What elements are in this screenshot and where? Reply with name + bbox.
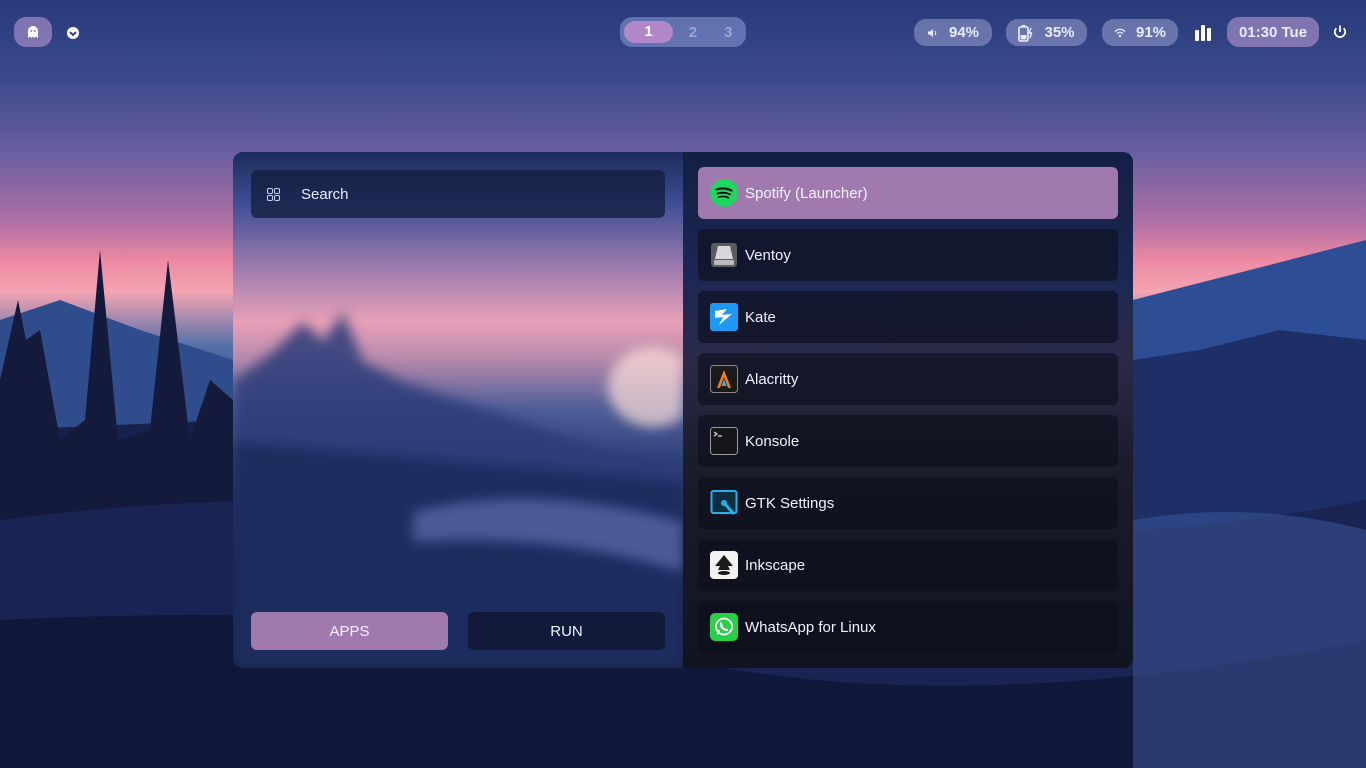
- app-label: Inkscape: [745, 556, 806, 574]
- ventoy-icon: [711, 243, 737, 267]
- top-bar: 1 2 3 94% 35% 91% 01:30 Tue: [0, 0, 1366, 64]
- workspace-2[interactable]: 2: [675, 24, 710, 41]
- battery-charging-icon: [1018, 24, 1033, 42]
- battery-indicator[interactable]: 35%: [1006, 19, 1087, 46]
- app-label: Spotify (Launcher): [745, 184, 868, 202]
- bar-chart-icon: [1195, 25, 1211, 41]
- wifi-icon: [1114, 28, 1126, 37]
- spotify-icon: [710, 179, 738, 207]
- app-label: WhatsApp for Linux: [745, 618, 876, 636]
- menu-toggle-button[interactable]: [64, 24, 82, 42]
- app-item-konsole[interactable]: Konsole: [698, 415, 1118, 467]
- app-item-kate[interactable]: Kate: [698, 291, 1118, 343]
- app-item-whatsapp[interactable]: WhatsApp for Linux: [698, 601, 1118, 653]
- app-launcher: Search APPS RUN Spotify (Launcher) Vento…: [233, 152, 1133, 668]
- system-monitor-button[interactable]: [1193, 22, 1213, 42]
- app-label: Alacritty: [745, 370, 799, 388]
- grid-search-icon: [267, 187, 280, 201]
- whatsapp-icon: [710, 613, 738, 641]
- ghost-icon: [28, 26, 38, 38]
- app-label: Konsole: [745, 432, 800, 450]
- workspace-switcher: 1 2 3: [620, 17, 746, 47]
- workspace-3[interactable]: 3: [711, 24, 746, 41]
- power-icon: [1333, 25, 1347, 38]
- volume-value: 94%: [948, 24, 980, 41]
- volume-icon: [927, 28, 937, 37]
- clock-text: 01:30 Tue: [1238, 23, 1308, 41]
- alacritty-icon: [710, 365, 738, 393]
- power-button[interactable]: [1331, 23, 1349, 41]
- app-label: Kate: [745, 308, 776, 326]
- search-bar[interactable]: Search: [251, 170, 665, 218]
- app-item-spotify[interactable]: Spotify (Launcher): [698, 167, 1118, 219]
- search-input[interactable]: Search: [301, 186, 349, 203]
- battery-value: 35%: [1044, 24, 1075, 41]
- konsole-icon: [710, 427, 738, 455]
- kate-icon: [710, 303, 738, 331]
- wifi-value: 91%: [1135, 24, 1167, 41]
- app-item-inkscape[interactable]: Inkscape: [698, 539, 1118, 591]
- volume-indicator[interactable]: 94%: [914, 19, 992, 46]
- apps-mode-button[interactable]: APPS: [251, 612, 448, 650]
- app-item-gtk-settings[interactable]: GTK Settings: [698, 477, 1118, 529]
- workspace-1[interactable]: 1: [624, 21, 674, 43]
- app-label: Ventoy: [745, 246, 791, 264]
- app-label: GTK Settings: [745, 494, 835, 512]
- wifi-indicator[interactable]: 91%: [1102, 19, 1178, 46]
- inkscape-icon: [710, 551, 738, 579]
- clock[interactable]: 01:30 Tue: [1227, 17, 1319, 47]
- app-item-alacritty[interactable]: Alacritty: [698, 353, 1118, 405]
- gtk-settings-icon: [710, 490, 738, 516]
- chevron-down-icon: [67, 27, 79, 39]
- launcher-button[interactable]: [14, 17, 52, 47]
- launcher-left-pane: Search APPS RUN: [233, 152, 683, 668]
- run-mode-button[interactable]: RUN: [468, 612, 665, 650]
- app-item-ventoy[interactable]: Ventoy: [698, 229, 1118, 281]
